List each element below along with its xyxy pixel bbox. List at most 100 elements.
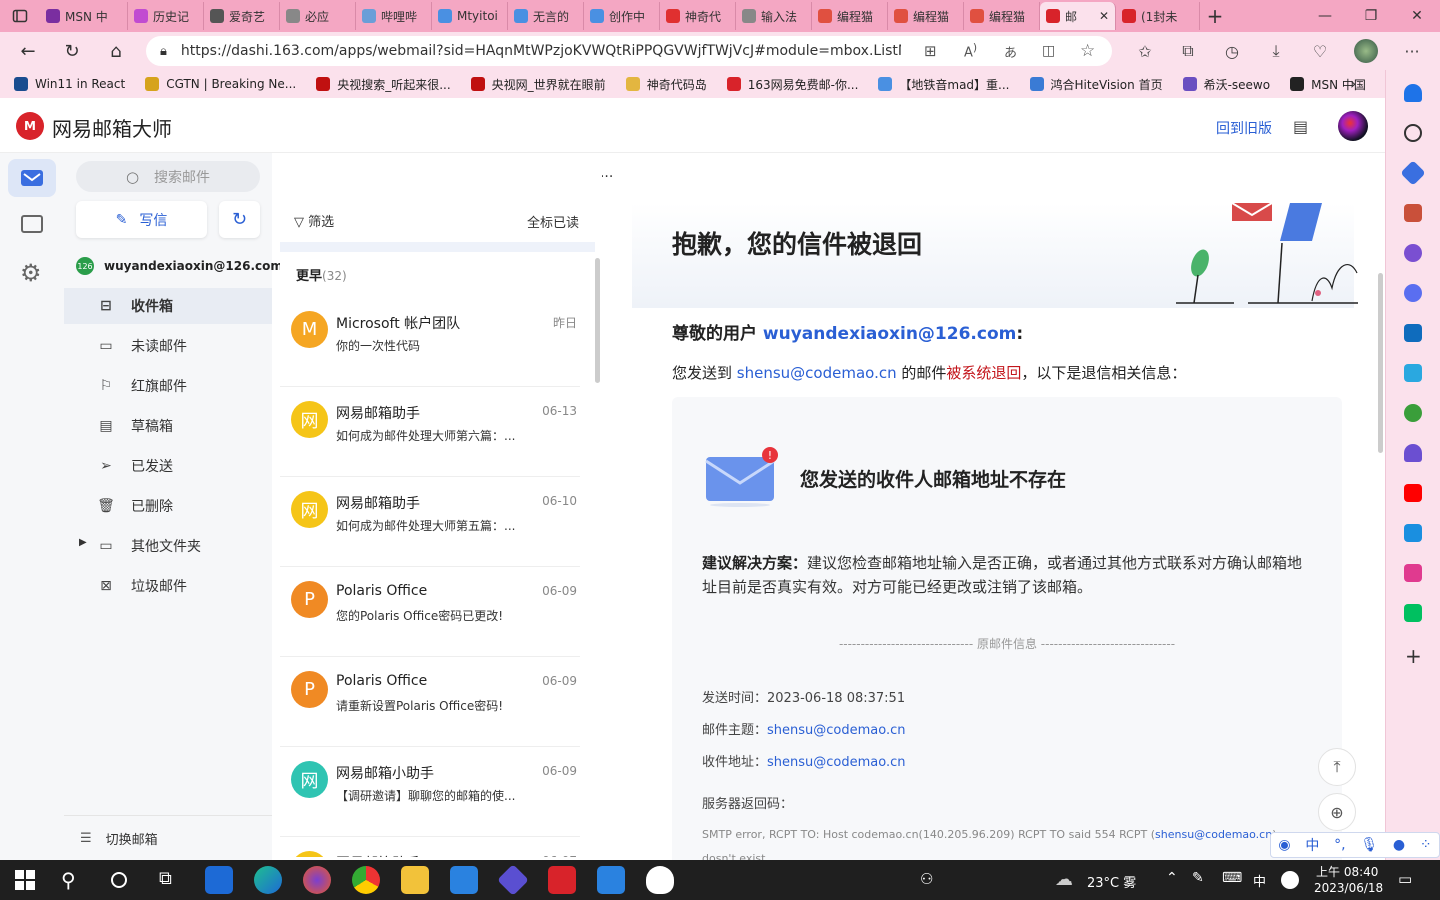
skype-icon[interactable] [1404,524,1422,542]
collections-icon[interactable]: ⧉ [1169,32,1207,70]
browser-tab[interactable]: 创作中 [584,2,660,30]
browser-tab[interactable]: MSN 中 [40,2,128,30]
split-screen-icon[interactable]: ◫ [1042,43,1055,59]
youtube-icon[interactable] [1404,484,1422,502]
browser-tab[interactable]: 哔哩哔 [356,2,432,30]
folder-item[interactable]: ▭ 未读邮件 [64,328,272,364]
wps-icon[interactable] [548,866,576,894]
browser-tab[interactable]: 爱奇艺 [204,2,280,30]
bookmark-item[interactable]: 163网易免费邮-你... [726,76,858,93]
clock-time[interactable]: 上午 08:40 [1316,863,1378,880]
folder-item[interactable]: ⚐ 红旗邮件 [64,368,272,404]
close-window-icon[interactable]: ✕ [1394,0,1440,32]
browser-tab[interactable]: 输入法 [736,2,812,30]
line-email-link[interactable]: shensu@codemao.cn [737,364,897,382]
more-menu-icon[interactable]: ··· [1393,32,1431,70]
bookmark-item[interactable]: 央视网_世界就在眼前 [470,76,606,93]
expand-folders-icon[interactable]: ▶ [79,537,87,548]
search-input[interactable]: ○ 搜索邮件 [76,161,260,192]
smtp-email-link[interactable]: shensu@codemao.cn [1155,828,1272,841]
mail-list-item[interactable]: 网网易邮箱小助手 06-09 【调研邀请】聊聊您的邮箱的使... [280,747,580,837]
bookmark-item[interactable]: 希沃-seewo [1182,76,1270,93]
mail-list-item[interactable]: P Polaris Office 06-09 请重新设置Polaris Office密… [280,657,580,747]
read-aloud-icon[interactable]: A) [964,41,977,60]
mail-list-item[interactable]: P Polaris Office 06-09 您的Polaris Office密码已更… [280,567,580,657]
filter-button[interactable]: ▽ 筛选 [294,211,334,230]
favorites-icon[interactable]: ✩ [1126,32,1164,70]
telegram-icon[interactable] [1404,364,1422,382]
folder-item[interactable]: ⊠ 垃圾邮件 [64,568,272,604]
folder-item[interactable]: ⊟ 收件箱 [64,288,272,324]
browser-tab[interactable]: 编程猫 [888,2,964,30]
search-icon[interactable] [1404,124,1422,142]
profile-avatar[interactable] [1347,32,1385,70]
back-icon[interactable]: ← [6,32,50,70]
outlook-icon[interactable] [1404,324,1422,342]
url-field[interactable]: 🔒︎ https://dashi.163.com/apps/webmail?si… [146,36,1112,66]
app-grid-icon[interactable] [450,866,478,894]
browser-tab[interactable]: 神奇代 [660,2,736,30]
edge-icon[interactable] [254,866,282,894]
reader-scrollbar[interactable] [1378,273,1383,453]
bookmark-item[interactable]: CGTN | Breaking Ne... [145,77,296,91]
account-email[interactable]: wuyandexiaoxin@126.com [104,259,283,273]
ime-indicator[interactable]: 中 [1253,871,1266,890]
tree-icon[interactable] [1404,404,1422,422]
bookmark-item[interactable]: 神奇代码岛 [625,76,707,93]
chrome-icon[interactable] [352,866,380,894]
scroll-top-button[interactable]: ⤒ [1318,748,1356,786]
people-icon[interactable]: ⚇ [920,870,933,888]
iqiyi-icon[interactable] [1404,604,1422,622]
settings-gear-icon[interactable]: ⚙ [20,259,42,287]
toolbox-icon[interactable] [1404,204,1422,222]
bookmark-item[interactable]: 【地铁音mad】重... [878,76,1010,93]
folder-item[interactable]: 🗑 已删除 [64,488,272,524]
to-link[interactable]: shensu@codemao.cn [767,755,906,770]
contacts-nav-icon[interactable] [21,215,43,233]
favorite-icon[interactable]: ☆ [1080,41,1095,61]
bookmark-item[interactable]: 央视搜索_听起来很... [316,76,451,93]
keyboard-icon[interactable]: ⌨ [1222,870,1242,886]
cortana-icon[interactable] [111,872,127,888]
mail-list-item[interactable]: 网 网易邮箱助手 06-07 [280,837,580,857]
translate-icon[interactable]: あ [1004,42,1017,61]
ime-toolbar[interactable]: ◉ 中 °, 🎙︎ ● ⁘ [1270,832,1440,858]
user-avatar[interactable] [1338,111,1368,141]
history-icon[interactable]: ◷ [1213,32,1251,70]
browser-tab[interactable]: 无言的 [508,2,584,30]
browser-tab[interactable]: Mtyitoi [432,2,508,30]
home-icon[interactable]: ⌂ [94,32,138,70]
zoom-button[interactable]: ⊕ [1318,793,1356,831]
browser-tab[interactable]: 历史记 [128,2,204,30]
weather-text[interactable]: 23°C 雾 [1087,872,1136,891]
app2-icon[interactable] [1404,564,1422,582]
refresh-icon[interactable]: ↻ [50,32,94,70]
mail-list-item[interactable]: 网网易邮箱助手 06-13 如何成为邮件处理大师第六篇：... [280,387,580,477]
folder-item[interactable]: ▭ 其他文件夹 [64,528,272,564]
app-diamond-icon[interactable] [497,864,529,896]
games-icon[interactable] [1404,244,1422,262]
minimize-icon[interactable]: — [1302,0,1348,32]
performance-icon[interactable]: ♡ [1301,32,1339,70]
app-icon[interactable] [1404,444,1422,462]
onedrive-icon[interactable] [646,866,674,894]
list-scrollbar[interactable] [595,258,600,383]
tab-actions-icon[interactable] [0,0,40,32]
new-tab-button[interactable]: + [1200,0,1230,32]
mail-nav-button[interactable] [8,159,56,197]
browser-tab[interactable]: 编程猫 [812,2,888,30]
folder-item[interactable]: ➢ 已发送 [64,448,272,484]
app-paint-icon[interactable] [597,866,625,894]
maximize-icon[interactable]: ❐ [1348,0,1394,32]
notes-icon[interactable]: ▤ [1293,117,1308,136]
pen-tray-icon[interactable]: ✎ [1192,870,1204,886]
bookmark-item[interactable]: Win11 in React [14,77,125,91]
subject-link[interactable]: shensu@codemao.cn [767,723,906,738]
search-icon[interactable]: ⚲ [61,868,76,892]
tag-icon[interactable] [1400,160,1426,186]
browser-tab[interactable]: 邮 ✕ [1040,2,1116,30]
clock-date[interactable]: 2023/06/18 [1314,881,1383,895]
folder-item[interactable]: ▤ 草稿箱 [64,408,272,444]
switch-mailbox[interactable]: ☰ 切换邮箱 [64,815,272,860]
windows-start-icon[interactable] [15,870,35,890]
